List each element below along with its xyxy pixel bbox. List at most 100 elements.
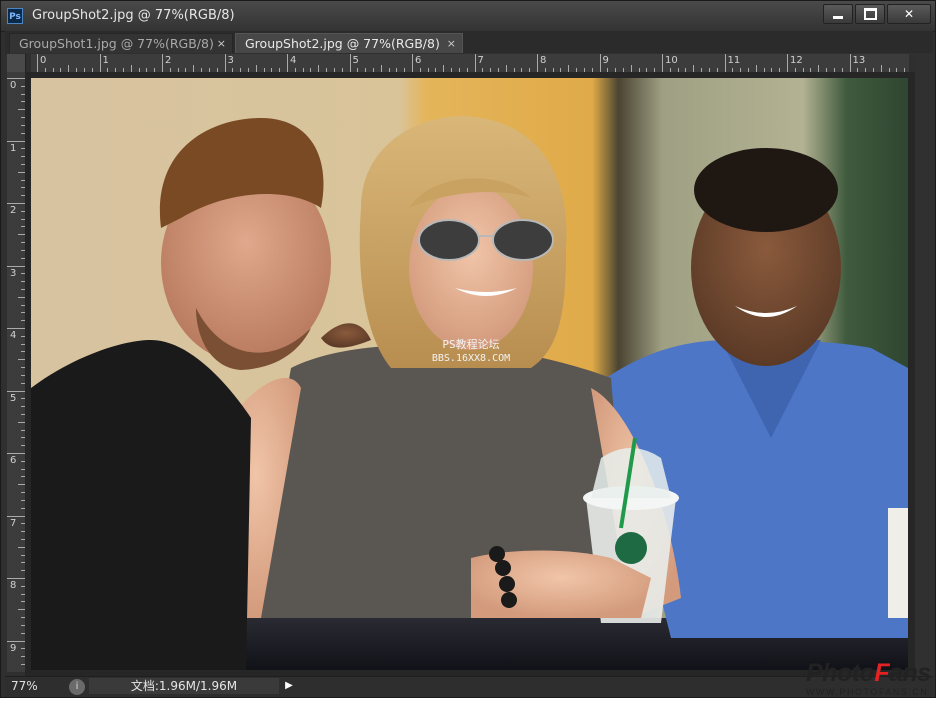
ruler-tick (662, 54, 663, 72)
ruler-label: 2 (165, 55, 172, 66)
ruler-tick (849, 54, 851, 72)
maximize-button[interactable] (855, 4, 885, 24)
ruler-label: 7 (10, 517, 17, 529)
ruler-minor-tick (443, 65, 445, 72)
ruler-tick (162, 54, 163, 72)
ruler-origin[interactable] (7, 54, 26, 73)
document-tab-bar: GroupShot1.jpg @ 77%(RGB/8) × GroupShot2… (5, 31, 933, 53)
tab-groupshot1[interactable]: GroupShot1.jpg @ 77%(RGB/8) × (9, 33, 233, 53)
ruler-tick (349, 54, 351, 72)
ruler-minor-tick (18, 546, 25, 548)
ruler-minor-tick (68, 65, 70, 72)
tab-groupshot2[interactable]: GroupShot2.jpg @ 77%(RGB/8) × (235, 33, 463, 53)
vertical-scrollbar[interactable] (915, 54, 933, 676)
ruler-tick (224, 54, 226, 72)
zoom-level[interactable]: 77% (11, 678, 57, 694)
document-canvas-photo[interactable]: PS教程论坛 BBS.16XX8.COM (31, 78, 908, 670)
ruler-label: 3 (10, 267, 17, 279)
ruler-label: 6 (415, 55, 422, 66)
group-photo-image: PS教程论坛 BBS.16XX8.COM (31, 78, 908, 670)
ruler-label: 6 (10, 455, 17, 466)
ruler-label: 1 (10, 142, 17, 154)
ruler-label: 12 (790, 55, 803, 66)
vertical-ruler[interactable]: 0 1 2 3 4 5 6 7 8 9 (7, 72, 26, 672)
status-info-icon[interactable]: i (69, 679, 85, 695)
ruler-tick (287, 54, 288, 72)
ruler-label: 3 (227, 55, 234, 66)
ruler-minor-tick (693, 65, 695, 72)
ruler-minor-tick (318, 65, 320, 72)
logo-brand: PhotoFans (806, 659, 931, 687)
ruler-label: 1 (102, 55, 109, 66)
ruler-minor-tick (755, 65, 757, 72)
ruler-label: 2 (10, 205, 17, 216)
ruler-minor-tick (18, 234, 25, 236)
ruler-tick (787, 54, 788, 72)
ruler-tick (7, 515, 25, 517)
ruler-tick (7, 453, 25, 454)
ruler-tick (99, 54, 101, 72)
title-bar[interactable]: Ps GroupShot2.jpg @ 77%(RGB/8) ✕ (1, 1, 935, 32)
window-controls: ✕ (821, 4, 931, 26)
ruler-label: 0 (10, 80, 17, 91)
ruler-label: 10 (665, 55, 678, 66)
ruler-tick (537, 54, 538, 72)
ruler-tick (412, 54, 413, 72)
ruler-minor-tick (193, 65, 195, 72)
ruler-minor-tick (18, 171, 25, 173)
minimize-icon (833, 15, 843, 19)
tab-label: GroupShot1.jpg @ 77%(RGB/8) (19, 36, 214, 51)
ruler-label: 13 (852, 55, 866, 66)
ruler-label: 5 (352, 55, 359, 66)
tab-label: GroupShot2.jpg @ 77%(RGB/8) (245, 36, 440, 51)
status-bar: 77% i 文档:1.96M/1.96M ▶ (5, 676, 933, 697)
ruler-minor-tick (18, 359, 25, 361)
tab-close-icon[interactable]: × (217, 34, 226, 54)
ruler-minor-tick (130, 65, 132, 72)
maximize-icon (863, 8, 877, 20)
ruler-minor-tick (18, 609, 25, 611)
ruler-tick (7, 578, 25, 579)
ruler-tick (7, 265, 25, 267)
photoshop-window: Ps GroupShot2.jpg @ 77%(RGB/8) ✕ GroupSh… (0, 0, 936, 698)
ruler-label: 11 (727, 55, 741, 66)
ruler-tick (7, 390, 25, 392)
ruler-label: 9 (602, 55, 609, 66)
ruler-label: 7 (477, 55, 484, 66)
ruler-minor-tick (630, 65, 632, 72)
ruler-minor-tick (568, 65, 570, 72)
ruler-tick (474, 54, 476, 72)
window-title: GroupShot2.jpg @ 77%(RGB/8) (32, 8, 235, 23)
ruler-tick (7, 328, 25, 329)
ruler-label: 8 (10, 580, 17, 591)
ruler-minor-tick (18, 484, 25, 486)
document-size-info: 文档:1.96M/1.96M (89, 678, 279, 694)
close-icon: ✕ (903, 7, 915, 21)
ruler-minor-tick (18, 421, 25, 423)
horizontal-ruler[interactable]: 0 1 2 3 4 5 6 7 8 9 10 11 12 13 (31, 54, 909, 73)
minimize-button[interactable] (823, 4, 853, 24)
ruler-tick (37, 54, 38, 72)
ruler-minor-tick (18, 296, 25, 298)
photo-watermark-line1: PS教程论坛 (442, 337, 499, 351)
ruler-tick (7, 203, 25, 204)
ruler-minor-tick (505, 65, 507, 72)
ruler-minor-tick (18, 109, 25, 111)
ruler-minor-tick (255, 65, 257, 72)
ruler-tick (724, 54, 726, 72)
ruler-label: 5 (10, 392, 17, 404)
close-button[interactable]: ✕ (887, 4, 931, 24)
ruler-minor-tick (380, 65, 382, 72)
status-menu-arrow-icon[interactable]: ▶ (281, 678, 297, 694)
ruler-tick (7, 78, 25, 79)
ruler-label: 8 (540, 55, 547, 66)
tab-close-icon[interactable]: × (447, 34, 456, 54)
photoshop-app-icon: Ps (7, 8, 23, 24)
ruler-label: 9 (10, 642, 17, 654)
ruler-tick (599, 54, 601, 72)
ruler-label: 0 (40, 55, 47, 66)
logo-site-url: WWW.PHOTOFANS.CN (806, 687, 929, 697)
ruler-tick (7, 640, 25, 642)
photo-watermark-line2: BBS.16XX8.COM (432, 353, 510, 364)
ruler-label: 4 (290, 55, 297, 66)
